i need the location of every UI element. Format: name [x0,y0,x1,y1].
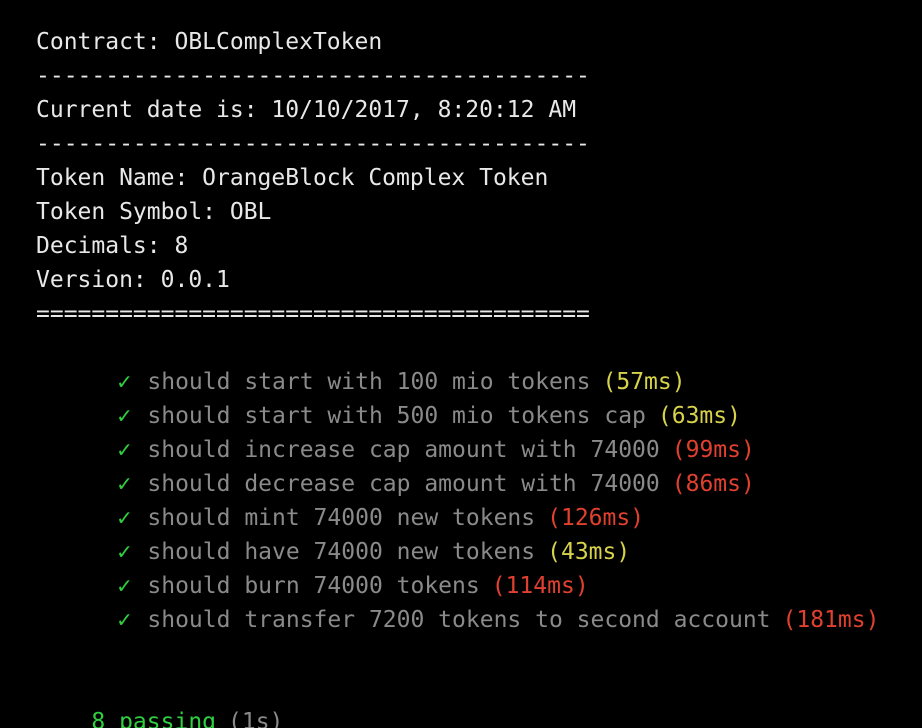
test-result-row: ✓ should transfer 7200 tokens to second a… [62,569,879,633]
test-result-row: ✓ should have 74000 new tokens (43ms) [62,501,630,565]
passing-time: (1s) [228,709,284,728]
separator-line: ---------------------------------------- [36,131,590,157]
test-result-row: ✓ should mint 74000 new tokens (126ms) [62,467,644,531]
decimals-line: Decimals: 8 [36,233,189,259]
test-result-row: ✓ should start with 500 mio tokens cap (63… [62,365,741,429]
test-result-row: ✓ should burn 74000 tokens (114ms) [62,535,588,599]
version-line: Version: 0.0.1 [36,267,230,293]
test-title: should transfer 7200 tokens to second ac… [147,607,771,633]
separator-line: ======================================== [36,301,590,327]
summary-line: 8 passing (1s) [36,671,283,728]
passing-count: 8 passing [91,709,217,728]
test-result-row: ✓ should decrease cap amount with 74000 (8… [62,433,754,497]
checkmark-icon: ✓ [117,607,132,633]
separator-line: ---------------------------------------- [36,63,590,89]
contract-line: Contract: OBLComplexToken [36,29,383,55]
test-result-row: ✓ should start with 100 mio tokens (57ms) [62,331,685,395]
token-symbol-line: Token Symbol: OBL [36,199,272,225]
test-duration: (86ms) [671,471,755,497]
date-line: Current date is: 10/10/2017, 8:20:12 AM [36,97,577,123]
terminal-window: Contract: OBLComplexToken --------------… [0,0,922,728]
test-duration: (181ms) [782,607,880,633]
test-result-row: ✓ should increase cap amount with 74000 (9… [62,399,754,463]
token-name-line: Token Name: OrangeBlock Complex Token [36,165,549,191]
